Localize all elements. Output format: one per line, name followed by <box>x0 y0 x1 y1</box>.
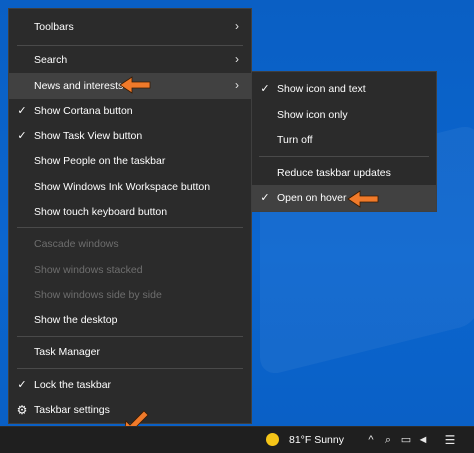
menu-item-label: Show windows side by side <box>34 289 162 301</box>
orange-arrow-icon <box>119 76 151 94</box>
menu-item-show-windows-side-by-side: Show windows side by side <box>9 282 251 308</box>
chevron-right-icon: › <box>235 19 239 33</box>
menu-item-label: Toolbars <box>34 21 74 33</box>
menu-item-label: Show People on the taskbar <box>34 155 166 167</box>
menu-item-show-cortana-button[interactable]: ✓ Show Cortana button <box>9 98 251 124</box>
submenu-item-label: Show icon and text <box>277 83 366 95</box>
menu-item-label: Show Cortana button <box>34 105 133 117</box>
menu-item-label: Show Task View button <box>34 130 143 142</box>
menu-item-label: News and interests <box>34 80 124 92</box>
menu-item-label: Show Windows Ink Workspace button <box>34 181 211 193</box>
volume-icon[interactable]: ◄ <box>416 427 430 453</box>
check-icon: ✓ <box>260 83 270 95</box>
menu-item-toolbars[interactable]: Toolbars › <box>9 14 251 40</box>
menu-separator <box>17 45 243 46</box>
menu-separator <box>17 227 243 228</box>
menu-separator <box>17 368 243 369</box>
chevron-right-icon: › <box>235 78 239 92</box>
menu-item-show-the-desktop[interactable]: Show the desktop <box>9 307 251 333</box>
menu-item-show-windows-ink[interactable]: Show Windows Ink Workspace button <box>9 174 251 200</box>
menu-item-lock-the-taskbar[interactable]: ✓ Lock the taskbar <box>9 372 251 398</box>
submenu-separator <box>259 156 429 157</box>
submenu-item-show-icon-and-text[interactable]: ✓ Show icon and text <box>252 76 436 102</box>
menu-item-search[interactable]: Search › <box>9 47 251 73</box>
check-icon: ✓ <box>17 105 27 117</box>
chevron-right-icon: › <box>235 52 239 66</box>
chat-icon[interactable]: ⌕ <box>381 427 395 453</box>
menu-item-label: Taskbar settings <box>34 404 110 416</box>
menu-item-label: Search <box>34 54 68 66</box>
sun-icon[interactable] <box>266 433 279 446</box>
network-icon[interactable]: ▭ <box>399 427 413 453</box>
menu-item-label: Show windows stacked <box>34 264 143 276</box>
submenu-item-label: Turn off <box>277 134 313 146</box>
check-icon: ✓ <box>17 379 27 391</box>
menu-item-label: Show the desktop <box>34 314 118 326</box>
menu-item-label: Lock the taskbar <box>34 379 112 391</box>
up-chevron-icon[interactable]: ^ <box>364 427 378 453</box>
menu-item-label: Show touch keyboard button <box>34 206 168 218</box>
notification-icon[interactable]: ☰ <box>443 427 457 453</box>
menu-item-show-people[interactable]: Show People on the taskbar <box>9 148 251 174</box>
orange-arrow-icon <box>347 190 379 208</box>
menu-item-cascade-windows: Cascade windows <box>9 231 251 257</box>
submenu-item-label: Reduce taskbar updates <box>277 167 391 179</box>
taskbar[interactable]: 81°F Sunny ^ ⌕ ▭ ◄ ☰ <box>0 426 474 453</box>
gear-icon: ⚙ <box>16 403 28 417</box>
submenu-item-reduce-taskbar-updates[interactable]: Reduce taskbar updates <box>252 160 436 186</box>
menu-item-show-touch-keyboard[interactable]: Show touch keyboard button <box>9 199 251 225</box>
news-and-interests-submenu: ✓ Show icon and text Show icon only Turn… <box>251 71 437 212</box>
submenu-item-open-on-hover[interactable]: ✓ Open on hover <box>252 185 436 211</box>
weather-widget-text[interactable]: 81°F Sunny <box>289 427 344 453</box>
menu-separator <box>17 336 243 337</box>
submenu-item-label: Open on hover <box>277 192 347 204</box>
taskbar-context-menu: Toolbars › Search › News and interests ›… <box>8 8 252 424</box>
submenu-item-label: Show icon only <box>277 109 348 121</box>
check-icon: ✓ <box>260 192 270 204</box>
submenu-item-turn-off[interactable]: Turn off <box>252 127 436 153</box>
menu-item-task-manager[interactable]: Task Manager <box>9 339 251 365</box>
check-icon: ✓ <box>17 130 27 142</box>
menu-item-label: Cascade windows <box>34 238 119 250</box>
menu-item-show-windows-stacked: Show windows stacked <box>9 257 251 283</box>
menu-item-label: Task Manager <box>34 346 100 358</box>
menu-item-show-task-view-button[interactable]: ✓ Show Task View button <box>9 123 251 149</box>
submenu-item-show-icon-only[interactable]: Show icon only <box>252 102 436 128</box>
